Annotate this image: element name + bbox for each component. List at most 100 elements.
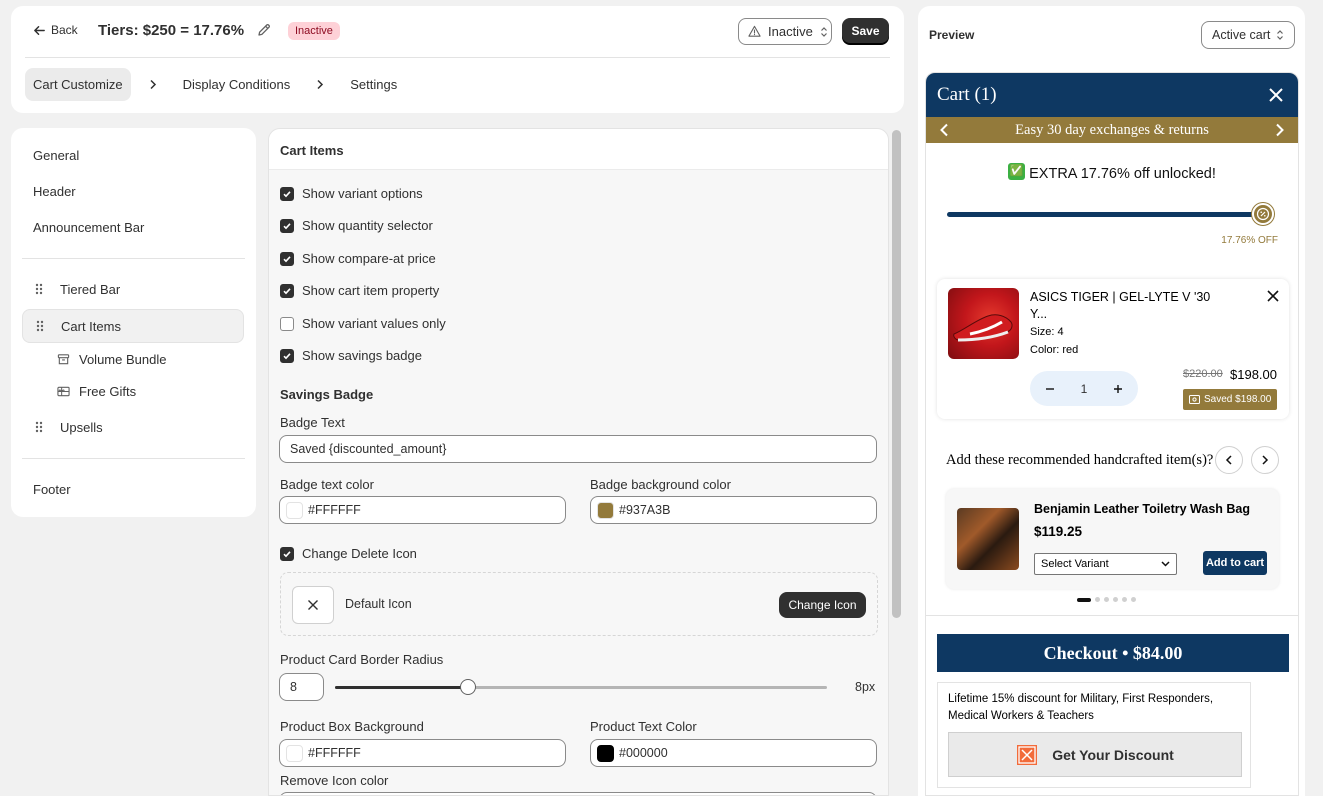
recommended-product-image <box>957 508 1019 570</box>
discount-text: Lifetime 15% discount for Military, Firs… <box>948 693 1214 722</box>
checkbox[interactable] <box>280 251 294 266</box>
checkbox-label: Show quantity selector <box>302 218 433 233</box>
checkbox[interactable] <box>280 283 294 298</box>
gift-card-icon <box>57 386 70 396</box>
badge-bg-color-input[interactable]: #937A3B <box>590 496 877 524</box>
sidebar-item-free-gifts[interactable]: Free Gifts <box>22 374 244 408</box>
checkbox[interactable] <box>280 186 294 201</box>
checkbox-show-variant-values-only[interactable]: Show variant values only <box>280 316 446 331</box>
scrollbar[interactable] <box>892 130 901 618</box>
tab-settings[interactable]: Settings <box>342 68 405 101</box>
drag-handle-icon[interactable] <box>35 421 49 433</box>
sidebar-item-footer[interactable]: Footer <box>22 472 244 506</box>
sidebar-item-cart-items[interactable]: Cart Items <box>22 309 244 343</box>
cart-state-value: Active cart <box>1212 28 1271 42</box>
select-arrows-icon <box>820 26 827 37</box>
save-button[interactable]: Save <box>842 18 889 44</box>
color-swatch[interactable] <box>286 744 303 762</box>
checkbox-show-cart-item-property[interactable]: Show cart item property <box>280 283 439 298</box>
drag-handle-icon[interactable] <box>36 320 50 332</box>
variant-select[interactable]: Select Variant <box>1034 553 1177 575</box>
slider-fill <box>335 686 468 689</box>
archive-icon <box>57 353 70 364</box>
page-title: Tiers: $250 = 17.76% <box>98 22 245 39</box>
checkbox[interactable] <box>280 218 294 233</box>
sidebar-item-label: Tiered Bar <box>60 281 121 297</box>
preview-title: Preview <box>929 28 975 42</box>
status-select-value: Inactive <box>768 24 813 39</box>
checkbox-show-compare-at-price[interactable]: Show compare-at price <box>280 251 436 266</box>
product-box-bg-input[interactable]: #FFFFFF <box>279 739 566 767</box>
cart-drawer-preview: Cart (1) Easy 30 day exchanges & returns… <box>925 72 1299 796</box>
border-radius-input[interactable]: 8 <box>279 673 324 701</box>
carousel-dot[interactable] <box>1104 597 1109 602</box>
add-to-cart-button[interactable]: Add to cart <box>1203 551 1267 575</box>
checkbox[interactable] <box>280 348 294 363</box>
border-radius-slider[interactable] <box>335 679 827 695</box>
tier-progress-bar <box>947 212 1265 217</box>
color-swatch[interactable] <box>597 744 614 762</box>
slider-thumb[interactable] <box>459 679 476 695</box>
select-arrows-icon <box>1277 30 1284 40</box>
badge-text-color-input[interactable]: #FFFFFF <box>279 496 566 524</box>
color-swatch[interactable] <box>286 501 303 519</box>
tab-cart-customize[interactable]: Cart Customize <box>25 68 131 101</box>
back-button[interactable]: Back <box>33 23 78 37</box>
checkbox-show-quantity-selector[interactable]: Show quantity selector <box>280 218 433 233</box>
product-text-color-input[interactable]: #000000 <box>590 739 877 767</box>
carousel-dot[interactable] <box>1095 597 1100 602</box>
remove-item-icon[interactable] <box>1267 290 1279 302</box>
cart-state-select[interactable]: Active cart <box>1201 21 1295 49</box>
status-badge: Inactive <box>288 22 340 40</box>
carousel-dots <box>1077 597 1136 602</box>
carousel-dot[interactable] <box>1131 597 1136 602</box>
close-icon[interactable] <box>1268 87 1284 103</box>
checkout-button[interactable]: Checkout • $84.00 <box>937 634 1289 672</box>
status-select[interactable]: Inactive <box>738 18 832 45</box>
minus-icon[interactable] <box>1045 384 1055 394</box>
recommended-product-price: $119.25 <box>1034 524 1083 539</box>
sidebar-item-upsells[interactable]: Upsells <box>22 410 244 444</box>
checkbox-show-savings-badge[interactable]: Show savings badge <box>280 348 422 363</box>
sidebar-item-header[interactable]: Header <box>22 174 244 208</box>
recommendations-prev-button[interactable] <box>1215 446 1243 474</box>
drag-handle-icon[interactable] <box>35 283 49 295</box>
divider <box>25 57 890 58</box>
product-size: Size: 4 <box>1030 326 1064 338</box>
chevron-right-icon[interactable] <box>1275 123 1285 137</box>
tag-icon <box>1189 395 1200 404</box>
sidebar-item-tiered-bar[interactable]: Tiered Bar <box>22 272 244 306</box>
change-icon-button[interactable]: Change Icon <box>779 592 866 618</box>
check-icon <box>283 550 291 557</box>
quantity-stepper[interactable]: 1 <box>1030 371 1138 406</box>
default-icon-preview <box>292 586 334 624</box>
tier-unlocked-message: ✅ EXTRA 17.76% off unlocked! <box>926 163 1298 182</box>
sidebar-item-volume-bundle[interactable]: Volume Bundle <box>22 342 244 376</box>
recommended-product-name: Benjamin Leather Toiletry Wash Bag <box>1034 502 1251 516</box>
badge-text-input[interactable]: Saved {discounted_amount} <box>279 435 877 463</box>
remove-icon-color-input[interactable] <box>279 792 877 795</box>
tab-display-conditions[interactable]: Display Conditions <box>175 68 299 101</box>
checkbox-change-delete-icon[interactable]: Change Delete Icon <box>280 546 417 561</box>
get-discount-button[interactable]: Get Your Discount <box>948 732 1242 777</box>
chevron-left-icon[interactable] <box>939 123 949 137</box>
checkbox[interactable] <box>280 546 294 561</box>
edit-title-button[interactable] <box>257 23 271 40</box>
plus-icon[interactable] <box>1113 384 1123 394</box>
cart-items-settings: Cart Items Show variant options Show qua… <box>268 128 889 796</box>
chevron-right-icon <box>1262 455 1269 465</box>
recommended-product-card: Benjamin Leather Toiletry Wash Bag $119.… <box>946 489 1279 589</box>
carousel-dot[interactable] <box>1113 597 1118 602</box>
savings-badge-heading: Savings Badge <box>280 387 374 402</box>
carousel-dot[interactable] <box>1122 597 1127 602</box>
arrow-left-icon <box>34 25 45 35</box>
sidebar-item-announcement-bar[interactable]: Announcement Bar <box>22 210 244 244</box>
checkbox[interactable] <box>280 316 294 331</box>
sidebar-item-general[interactable]: General <box>22 138 244 172</box>
carousel-dot[interactable] <box>1077 597 1091 602</box>
checkbox-show-variant-options[interactable]: Show variant options <box>280 186 423 201</box>
color-swatch[interactable] <box>597 501 614 519</box>
get-discount-label: Get Your Discount <box>1052 746 1174 763</box>
recommendations-next-button[interactable] <box>1251 446 1279 474</box>
checkbox-label: Show compare-at price <box>302 251 436 266</box>
